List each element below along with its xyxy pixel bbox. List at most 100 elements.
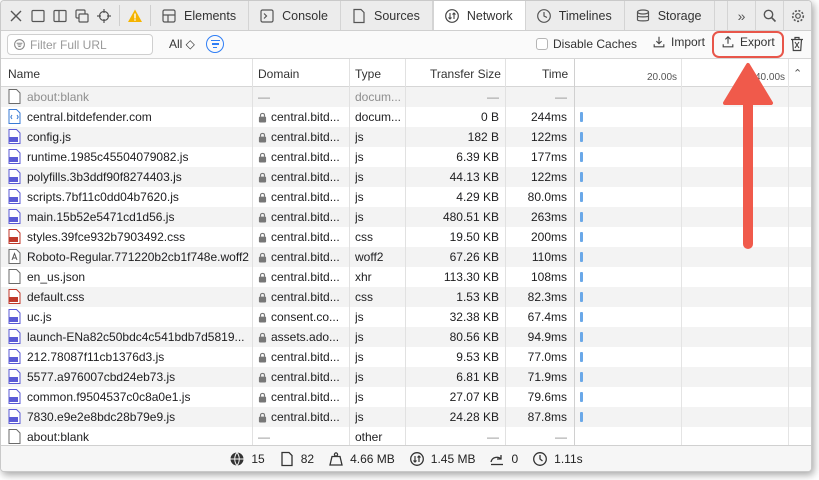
search-icon[interactable] bbox=[755, 1, 783, 31]
request-domain: central.bitd... bbox=[271, 150, 340, 164]
request-name: Roboto-Regular.771220b2cb1f748e.woff2 bbox=[27, 249, 249, 264]
table-row[interactable]: default.css central.bitd... css 1.53 KB 82.3… bbox=[1, 287, 811, 307]
request-name-cell[interactable]: scripts.7bf11c0dd04b7620.js bbox=[8, 189, 251, 204]
warning-icon[interactable] bbox=[124, 1, 146, 30]
more-tabs-button[interactable]: » bbox=[727, 1, 755, 31]
resources-count: 82 bbox=[279, 451, 314, 467]
waterfall-bar bbox=[580, 252, 583, 262]
table-row[interactable]: uc.js consent.co... js 32.38 KB 67.4ms bbox=[1, 307, 811, 327]
tab-timelines[interactable]: Timelines bbox=[526, 1, 625, 30]
request-domain: central.bitd... bbox=[271, 130, 340, 144]
request-name-cell[interactable]: 5577.a976007cbd24eb73.js bbox=[8, 369, 251, 384]
table-row[interactable]: scripts.7bf11c0dd04b7620.js central.bitd.… bbox=[1, 187, 811, 207]
detach-window-icon[interactable] bbox=[71, 1, 93, 30]
load-time: 1.11s bbox=[532, 451, 583, 467]
dock-bottom-icon[interactable] bbox=[27, 1, 49, 30]
waterfall-bar bbox=[580, 172, 583, 182]
request-domain-cell: central.bitd... bbox=[258, 370, 348, 384]
request-name-cell[interactable]: about:blank bbox=[8, 89, 251, 104]
request-name-cell[interactable]: config.js bbox=[8, 129, 251, 144]
close-icon[interactable] bbox=[5, 1, 27, 30]
transferred-size: 1.45 MB bbox=[409, 451, 475, 467]
request-time: 263ms bbox=[530, 210, 567, 224]
column-header-transfer-size[interactable]: Transfer Size bbox=[430, 67, 501, 81]
request-name-cell[interactable]: common.f9504537c0c8a0e1.js bbox=[8, 389, 251, 404]
storage-icon bbox=[636, 8, 649, 21]
request-name-cell[interactable]: en_us.json bbox=[8, 269, 251, 284]
tab-sources[interactable]: Sources bbox=[341, 1, 433, 30]
request-domain: — bbox=[258, 90, 270, 104]
table-row[interactable]: central.bitdefender.com central.bitd... do… bbox=[1, 107, 811, 127]
request-domain: central.bitd... bbox=[271, 370, 340, 384]
table-row[interactable]: common.f9504537c0c8a0e1.js central.bitd..… bbox=[1, 387, 811, 407]
request-name-cell[interactable]: styles.39fce932b7903492.css bbox=[8, 229, 251, 244]
column-header-type[interactable]: Type bbox=[355, 67, 381, 81]
element-picker-icon[interactable] bbox=[93, 1, 115, 30]
request-domain-cell: consent.co... bbox=[258, 310, 348, 324]
column-header-name[interactable]: Name bbox=[8, 67, 40, 81]
lock-icon bbox=[258, 272, 267, 282]
table-row[interactable]: 5577.a976007cbd24eb73.js central.bitd... j… bbox=[1, 367, 811, 387]
lock-icon bbox=[258, 152, 267, 162]
table-row[interactable]: polyfills.3b3ddf90f8274403.js central.bit… bbox=[1, 167, 811, 187]
file-icon bbox=[8, 89, 21, 104]
request-name-cell[interactable]: uc.js bbox=[8, 309, 251, 324]
request-name-cell[interactable]: main.15b52e5471cd1d56.js bbox=[8, 209, 251, 224]
table-row[interactable]: 212.78087f11cb1376d3.js central.bitd... js… bbox=[1, 347, 811, 367]
table-row[interactable]: about:blank — other — — bbox=[1, 427, 811, 447]
resource-type-select[interactable]: All ◇ bbox=[169, 37, 195, 51]
waterfall-bar bbox=[580, 192, 583, 202]
request-name-cell[interactable]: about:blank bbox=[8, 429, 251, 444]
import-button[interactable]: Import bbox=[652, 35, 705, 49]
chevron-up-icon[interactable]: ⌃ bbox=[793, 67, 802, 80]
tab-label: Timelines bbox=[558, 8, 612, 23]
table-row[interactable]: runtime.1985c45504079082.js central.bitd.… bbox=[1, 147, 811, 167]
tab-elements[interactable]: Elements bbox=[151, 1, 250, 30]
import-icon bbox=[653, 36, 665, 48]
request-domain: central.bitd... bbox=[271, 210, 340, 224]
request-name-cell[interactable]: central.bitdefender.com bbox=[8, 109, 251, 124]
table-row[interactable]: main.15b52e5471cd1d56.js central.bitd... j… bbox=[1, 207, 811, 227]
table-row[interactable]: about:blank — docum... — — bbox=[1, 87, 811, 107]
request-time: 122ms bbox=[530, 170, 567, 184]
request-name-cell[interactable]: 7830.e9e2e8bdc28b79e9.js bbox=[8, 409, 251, 424]
dock-side-icon[interactable] bbox=[49, 1, 71, 30]
request-name-cell[interactable]: Roboto-Regular.771220b2cb1f748e.woff2 bbox=[8, 249, 251, 264]
js-icon bbox=[8, 329, 21, 344]
filter-url-input[interactable] bbox=[30, 37, 150, 52]
request-name-cell[interactable]: default.css bbox=[8, 289, 251, 304]
request-domain-cell: central.bitd... bbox=[258, 190, 348, 204]
table-row[interactable]: launch-ENa82c50bdc4c541bdb7d5819... asset… bbox=[1, 327, 811, 347]
tab-storage[interactable]: Storage bbox=[625, 1, 715, 30]
disable-caches-checkbox[interactable]: Disable Caches bbox=[536, 37, 637, 51]
gear-icon[interactable] bbox=[783, 1, 811, 31]
request-time: 108ms bbox=[530, 270, 567, 284]
table-row[interactable]: styles.39fce932b7903492.css central.bitd.… bbox=[1, 227, 811, 247]
request-name-cell[interactable]: launch-ENa82c50bdc4c541bdb7d5819... bbox=[8, 329, 251, 344]
lock-icon bbox=[258, 132, 267, 142]
filter-url-field[interactable] bbox=[7, 34, 153, 55]
js-icon bbox=[8, 369, 21, 384]
request-name: central.bitdefender.com bbox=[27, 109, 152, 124]
css-icon bbox=[8, 229, 21, 244]
tab-network[interactable]: Network bbox=[432, 1, 526, 30]
annotation-arrow bbox=[723, 63, 773, 249]
table-row[interactable]: Roboto-Regular.771220b2cb1f748e.woff2 cen… bbox=[1, 247, 811, 267]
clear-log-icon[interactable] bbox=[790, 36, 804, 55]
filter-options-icon[interactable] bbox=[206, 35, 224, 53]
lock-icon bbox=[258, 212, 267, 222]
tab-console[interactable]: Console bbox=[249, 1, 341, 30]
request-name-cell[interactable]: polyfills.3b3ddf90f8274403.js bbox=[8, 169, 251, 184]
request-domain: central.bitd... bbox=[271, 350, 340, 364]
table-row[interactable]: 7830.e9e2e8bdc28b79e9.js central.bitd... j… bbox=[1, 407, 811, 427]
request-name-cell[interactable]: runtime.1985c45504079082.js bbox=[8, 149, 251, 164]
request-name: about:blank bbox=[27, 429, 90, 444]
column-header-domain[interactable]: Domain bbox=[258, 67, 299, 81]
table-row[interactable]: en_us.json central.bitd... xhr 113.30 KB 108… bbox=[1, 267, 811, 287]
request-time: 122ms bbox=[530, 130, 567, 144]
request-name-cell[interactable]: 212.78087f11cb1376d3.js bbox=[8, 349, 251, 364]
checkbox-box[interactable] bbox=[536, 38, 548, 50]
column-header-time[interactable]: Time bbox=[542, 67, 568, 81]
lock-icon bbox=[258, 232, 267, 242]
table-row[interactable]: config.js central.bitd... js 182 B 122ms bbox=[1, 127, 811, 147]
